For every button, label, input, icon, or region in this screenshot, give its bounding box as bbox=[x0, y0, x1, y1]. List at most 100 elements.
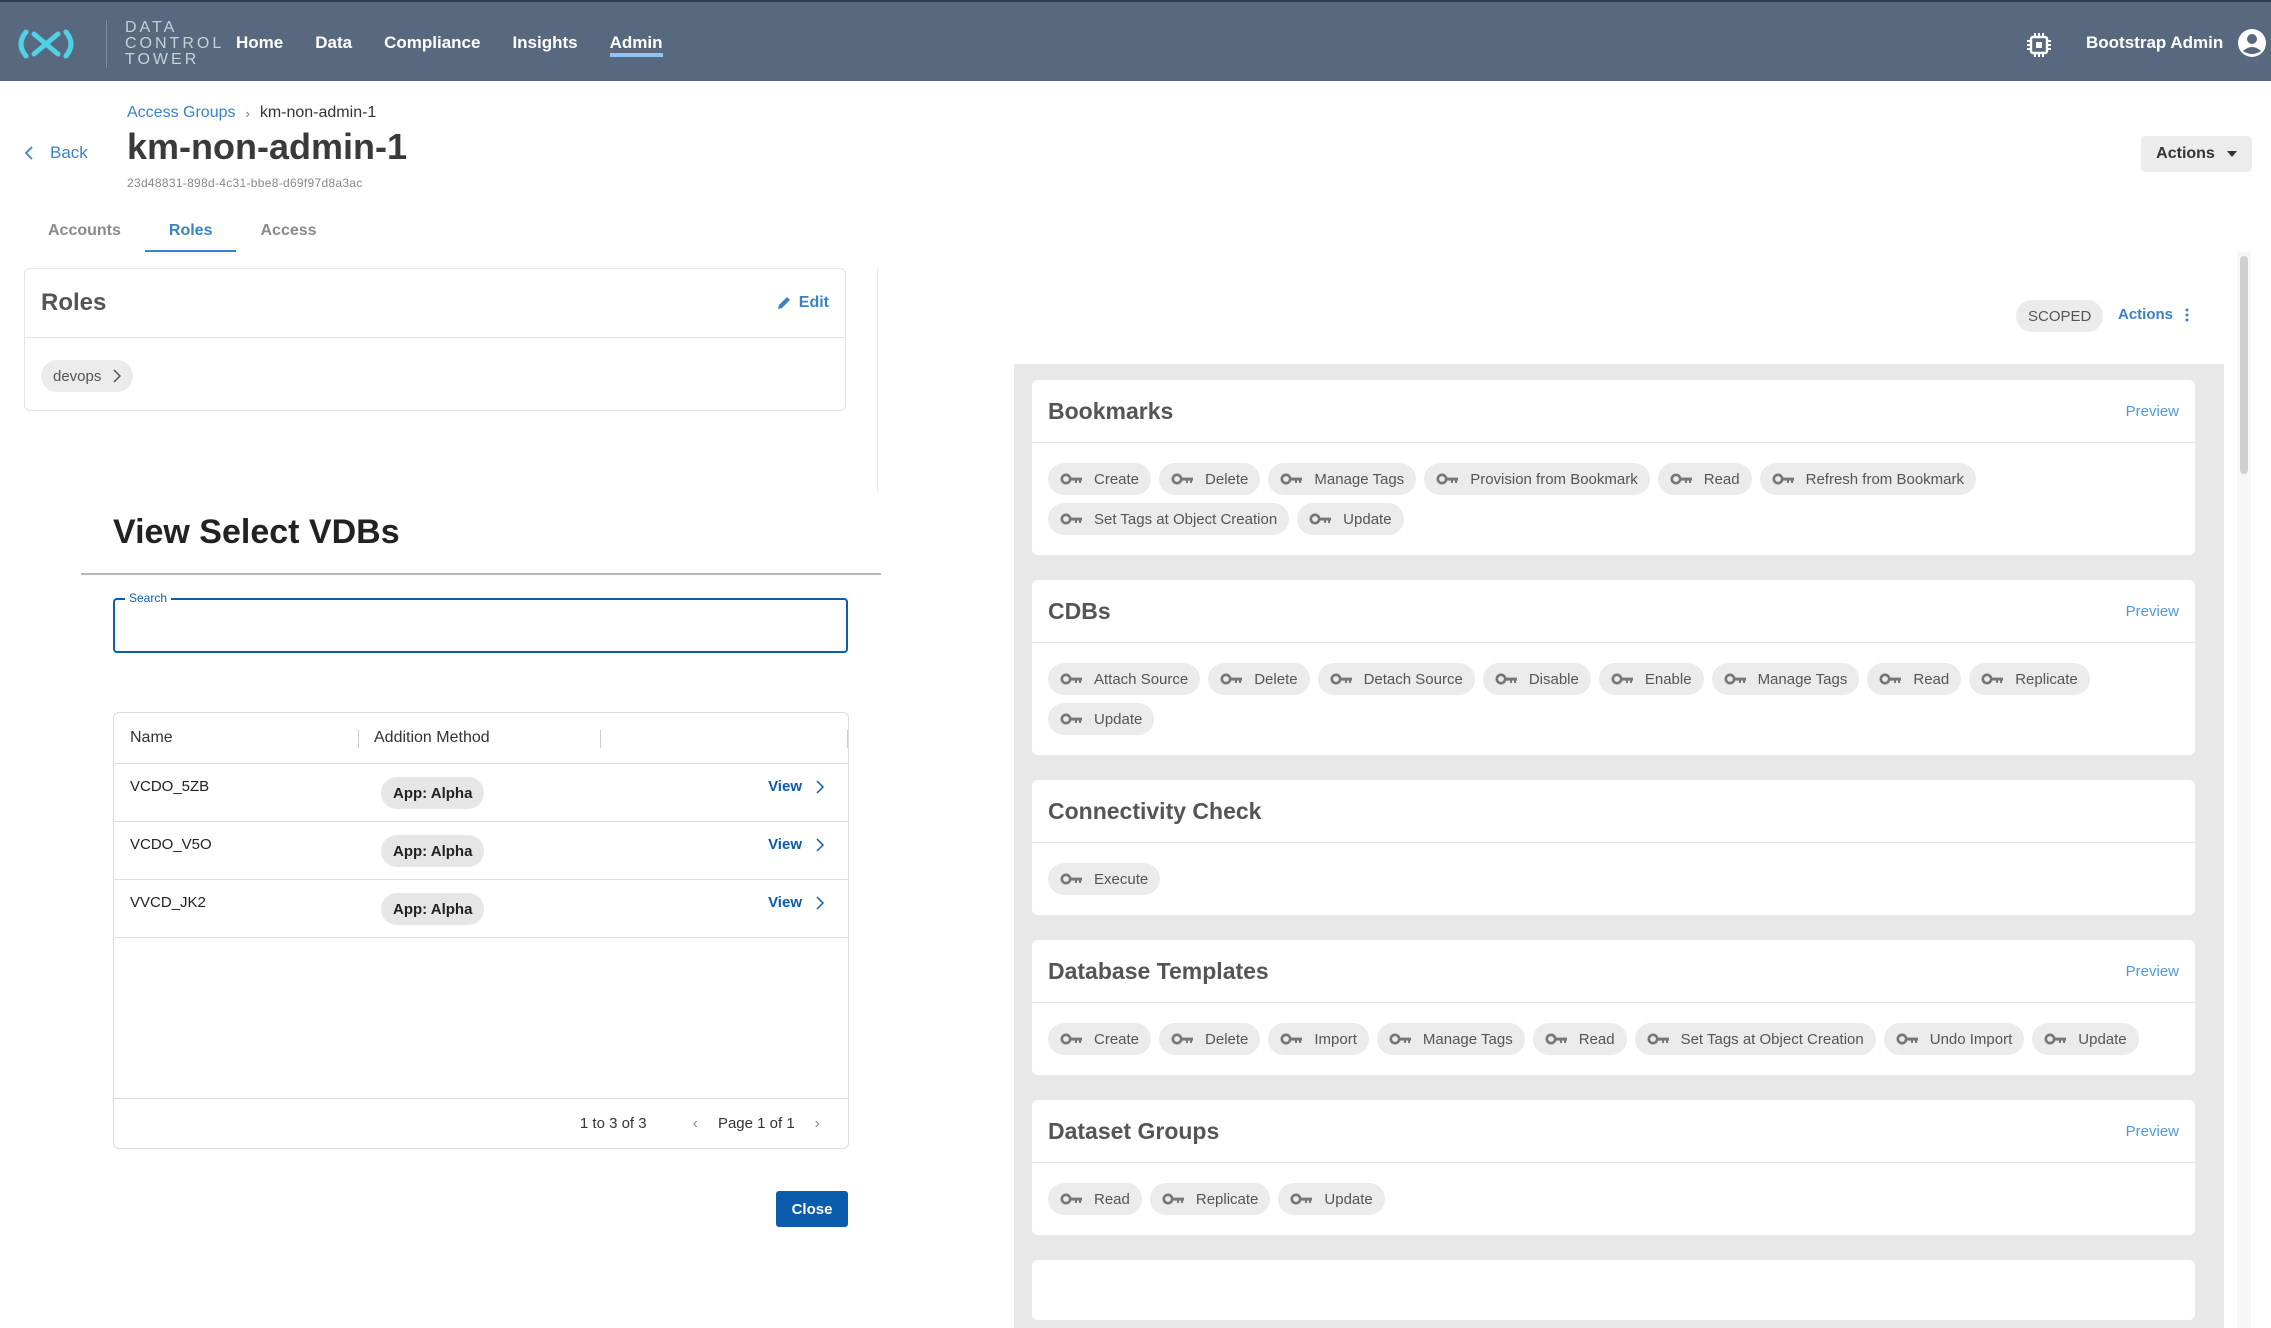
permission-chip: Read bbox=[1657, 463, 1752, 495]
key-icon bbox=[1220, 673, 1243, 685]
user-name: Bootstrap Admin bbox=[2086, 33, 2224, 52]
permission-section-card: CDBs Preview Attach Source Delete Detach Sou… bbox=[1032, 580, 2195, 755]
previous-page-button[interactable]: ‹ bbox=[693, 1115, 698, 1133]
key-icon bbox=[1060, 713, 1082, 725]
tab-roles[interactable]: Roles bbox=[144, 210, 237, 252]
permission-chip: Update bbox=[2032, 1023, 2139, 1055]
chip-icon[interactable] bbox=[2026, 32, 2052, 58]
key-icon bbox=[1060, 673, 1082, 685]
permission-chip: Delete bbox=[1159, 1023, 1261, 1055]
nav-compliance[interactable]: Compliance bbox=[384, 2, 480, 83]
tab-access[interactable]: Access bbox=[236, 210, 340, 252]
key-icon bbox=[1647, 1033, 1669, 1045]
permission-label: Replicate bbox=[2015, 670, 2078, 688]
key-icon bbox=[1495, 673, 1517, 685]
nav-admin[interactable]: Admin bbox=[609, 2, 663, 83]
tab-accounts[interactable]: Accounts bbox=[24, 210, 145, 252]
scrollbar-thumb[interactable] bbox=[2240, 256, 2248, 474]
search-field[interactable]: Search bbox=[113, 591, 848, 653]
user-menu[interactable]: Bootstrap Admin bbox=[2086, 24, 2267, 62]
back-button[interactable]: Back bbox=[24, 143, 88, 163]
permission-label: Detach Source bbox=[1363, 670, 1463, 688]
permission-label: Execute bbox=[1094, 870, 1149, 888]
more-vertical-icon bbox=[2185, 308, 2189, 321]
actions-label: Actions bbox=[2118, 306, 2174, 323]
column-header-name[interactable]: Name bbox=[130, 729, 173, 747]
view-vdb-link[interactable]: View bbox=[768, 894, 824, 911]
column-header-addition-method[interactable]: Addition Method bbox=[374, 729, 490, 747]
chevron-right-icon bbox=[816, 895, 824, 910]
close-button[interactable]: Close bbox=[776, 1191, 848, 1227]
permission-label: Manage Tags bbox=[1314, 470, 1405, 488]
role-name: devops bbox=[53, 367, 102, 385]
next-page-button[interactable]: › bbox=[815, 1115, 820, 1133]
key-icon bbox=[1670, 473, 1692, 485]
permission-chip: Attach Source bbox=[1048, 663, 1201, 695]
panel-actions-button[interactable]: Actions bbox=[2118, 306, 2189, 323]
column-resize-handle[interactable] bbox=[847, 730, 848, 748]
brand-name: DATA CONTROL TOWER bbox=[125, 20, 224, 68]
section-header: Connectivity Check bbox=[1032, 780, 2195, 843]
preview-link[interactable]: Preview bbox=[2126, 403, 2179, 420]
page-actions-button[interactable]: Actions bbox=[2141, 136, 2252, 172]
permission-label: Attach Source bbox=[1094, 670, 1189, 688]
preview-link[interactable]: Preview bbox=[2126, 1123, 2179, 1140]
key-icon bbox=[1060, 873, 1082, 885]
edit-roles-button[interactable]: Edit bbox=[777, 294, 829, 312]
permission-chip: Delete bbox=[1159, 463, 1261, 495]
permission-chip: Replicate bbox=[1149, 1183, 1271, 1215]
permission-label: Delete bbox=[1205, 1030, 1249, 1048]
permission-chip: Update bbox=[1297, 503, 1404, 535]
chevron-right-icon bbox=[816, 837, 824, 852]
permission-label: Create bbox=[1094, 1030, 1140, 1048]
view-label: View bbox=[768, 894, 802, 911]
permission-list: Read Replicate Update bbox=[1032, 1163, 2195, 1235]
column-resize-handle[interactable] bbox=[358, 730, 359, 748]
group-id: 23d48831-898d-4c31-bbe8-d69f97d8a3ac bbox=[127, 176, 363, 190]
nav-data[interactable]: Data bbox=[315, 2, 352, 83]
view-vdb-link[interactable]: View bbox=[768, 836, 824, 853]
key-icon bbox=[1162, 1193, 1184, 1205]
key-icon bbox=[1309, 513, 1332, 525]
permission-section-card: Bookmarks Preview Create Delete Manage Tags P… bbox=[1032, 380, 2195, 555]
roles-card-header: Roles Edit bbox=[25, 269, 845, 338]
permission-chip: Delete bbox=[1208, 663, 1310, 695]
logo-divider bbox=[106, 20, 107, 68]
permission-section-card bbox=[1032, 1260, 2195, 1320]
role-chip-devops[interactable]: devops bbox=[41, 360, 134, 392]
nav-insights[interactable]: Insights bbox=[512, 2, 577, 83]
column-resize-handle[interactable] bbox=[600, 730, 601, 748]
brand-line: TOWER bbox=[125, 51, 200, 68]
section-title: Bookmarks bbox=[1048, 397, 1174, 424]
key-icon bbox=[1330, 673, 1352, 685]
breadcrumb-access-groups[interactable]: Access Groups bbox=[127, 104, 235, 122]
addition-method-chip: App: Alpha bbox=[381, 835, 485, 867]
search-input[interactable] bbox=[115, 600, 846, 651]
permission-chip: Create bbox=[1048, 463, 1152, 495]
permission-label: Enable bbox=[1644, 670, 1692, 688]
scrollbar[interactable] bbox=[2237, 252, 2251, 1328]
key-icon bbox=[1060, 473, 1082, 485]
section-header: Dataset Groups Preview bbox=[1032, 1100, 2195, 1163]
brand-line: DATA bbox=[125, 19, 178, 36]
permission-chip: Disable bbox=[1482, 663, 1591, 695]
view-label: View bbox=[768, 836, 802, 853]
key-icon bbox=[1724, 673, 1746, 685]
section-title: Dataset Groups bbox=[1048, 1117, 1220, 1144]
main-nav: Home Data Compliance Insights Admin bbox=[236, 2, 663, 83]
chevron-right-icon bbox=[816, 779, 824, 794]
view-vdb-link[interactable]: View bbox=[768, 778, 824, 795]
brand-logo[interactable]: DATA CONTROL TOWER bbox=[14, 20, 224, 68]
brand-line: CONTROL bbox=[125, 35, 225, 52]
breadcrumb: Access Groups › km-non-admin-1 bbox=[127, 104, 376, 122]
preview-link[interactable]: Preview bbox=[2126, 603, 2179, 620]
nav-home[interactable]: Home bbox=[236, 2, 283, 83]
permission-chip: Update bbox=[1048, 703, 1155, 735]
permission-list: Create Delete Manage Tags Provision from Bo… bbox=[1032, 443, 2195, 555]
table-header: Name Addition Method bbox=[114, 713, 848, 764]
key-icon bbox=[1290, 1193, 1313, 1205]
preview-link[interactable]: Preview bbox=[2126, 963, 2179, 980]
section-title: CDBs bbox=[1048, 597, 1111, 624]
permission-section-card: Dataset Groups Preview Read Replicate Update bbox=[1032, 1100, 2195, 1235]
permission-label: Create bbox=[1094, 470, 1140, 488]
